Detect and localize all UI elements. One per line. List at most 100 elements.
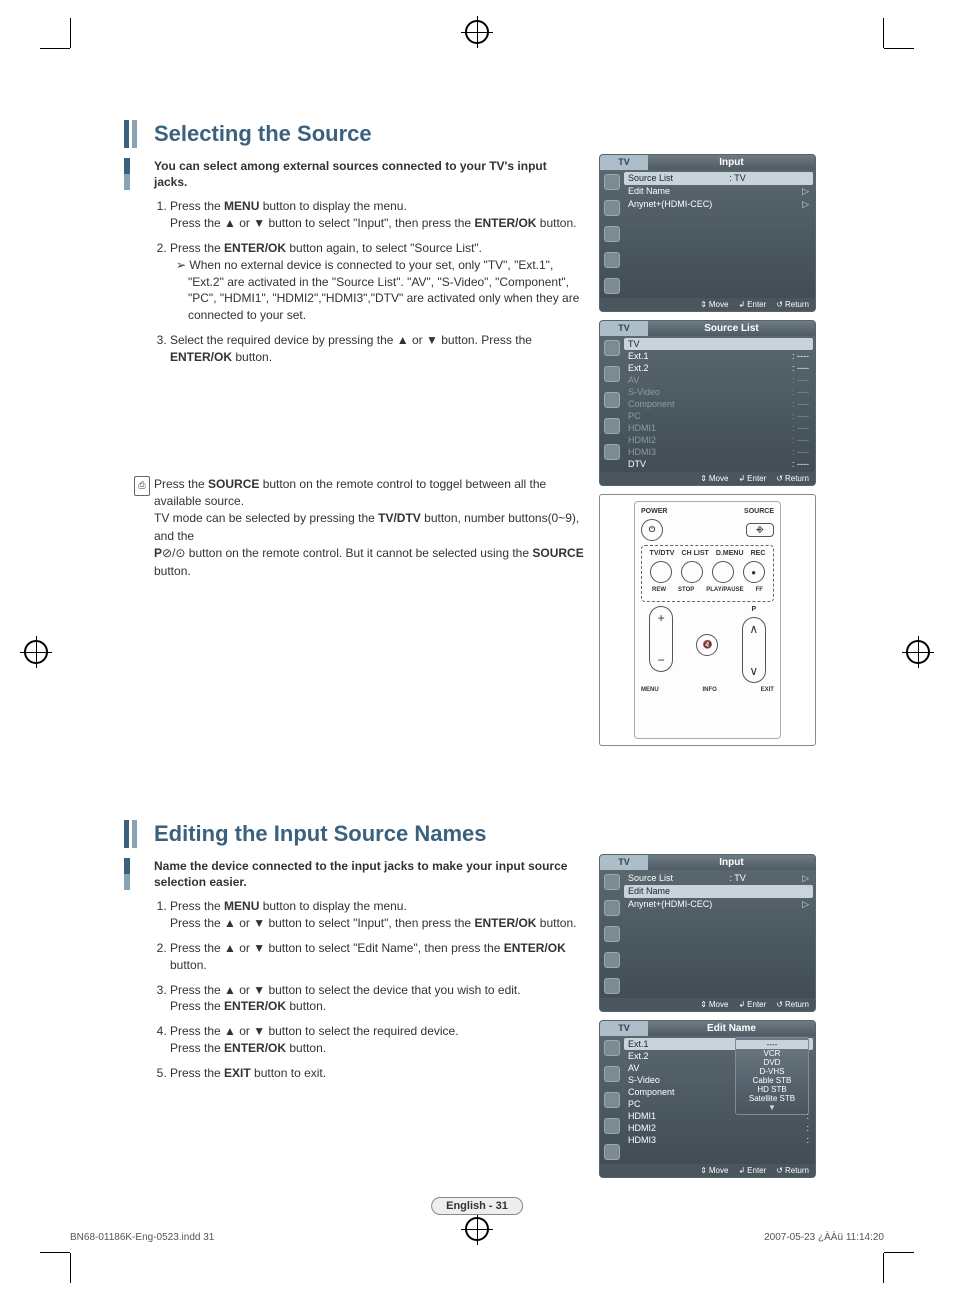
osd-foot-enter: Enter — [747, 300, 766, 309]
osd-row: HDMI2: — [628, 1122, 809, 1134]
popup-item: Satellite STB — [736, 1094, 808, 1103]
osd-foot-move: Move — [709, 1000, 729, 1009]
crop-mark — [70, 18, 71, 48]
remote-btn — [712, 561, 734, 583]
crop-mark — [40, 1252, 70, 1253]
popup-item: HD STB — [736, 1085, 808, 1094]
step-1: Press the MENU button to display the men… — [170, 198, 590, 232]
crop-mark — [70, 1253, 71, 1283]
osd-input: TV Input Source List: TV▷Edit Name▷Anyne… — [599, 154, 816, 312]
registration-mark — [24, 640, 48, 664]
remote-label: INFO — [702, 687, 716, 693]
osd-title: Edit Name — [648, 1021, 815, 1036]
osd-side-icons — [600, 1036, 624, 1164]
osd-row: Source List: TV▷ — [624, 172, 813, 185]
registration-mark — [906, 640, 930, 664]
osd-footer: ⇕Move ↲Enter ↺Return — [600, 298, 815, 311]
section-title-text: Selecting the Source — [154, 121, 372, 147]
popup-item: VCR — [736, 1049, 808, 1058]
osd-tab: TV — [600, 321, 648, 336]
remote-rocker-group: +− 🔇 P ∧∨ — [641, 606, 774, 683]
popup-item: DVD — [736, 1058, 808, 1067]
remote-label: REW — [652, 587, 666, 593]
osd-column: TV Input Source List: TV▷Edit Name▷Anyne… — [599, 854, 814, 1186]
crop-mark — [884, 48, 914, 49]
step-3: Select the required device by pressing t… — [170, 332, 590, 366]
remote-tip: ⎙ Press the SOURCE button on the remote … — [154, 476, 584, 580]
popup-item: D-VHS — [736, 1067, 808, 1076]
osd-rows: TVExt.1: ----Ext.2: ----AV: ----S-Video:… — [624, 336, 815, 472]
osd-foot-enter: Enter — [747, 474, 766, 483]
crop-mark — [883, 1253, 884, 1283]
osd-column: TV Input Source List: TV▷Edit Name▷Anyne… — [599, 154, 814, 754]
osd-input-2: TV Input Source List: TV▷Edit Name▷Anyne… — [599, 854, 816, 1012]
remote-label-source: SOURCE — [744, 508, 774, 515]
osd-row: HDMI2: ---- — [628, 434, 809, 446]
osd-tab: TV — [600, 1021, 648, 1036]
section-intro: Name the device connected to the input j… — [154, 858, 574, 890]
osd-row: Ext.2: ---- — [628, 362, 809, 374]
footer: BN68-01186K-Eng-0523.indd 31 2007-05-23 … — [70, 1232, 884, 1243]
section-title: Editing the Input Source Names — [124, 820, 814, 848]
remote-dashed-group: TV/DTV CH LIST D.MENU REC ● — [641, 545, 774, 602]
crop-mark — [40, 48, 70, 49]
remote-label: TV/DTV — [650, 550, 675, 557]
steps-list: Press the MENU button to display the men… — [170, 198, 590, 365]
osd-side-icons — [600, 870, 624, 998]
osd-row: Source List: TV▷ — [628, 872, 809, 885]
remote-label: REC — [751, 550, 766, 557]
osd-footer: ⇕Move ↲Enter ↺Return — [600, 1164, 815, 1177]
footer-timestamp: 2007-05-23 ¿ÀÀü 11:14:20 — [764, 1232, 884, 1243]
osd-edit-name: TV Edit Name Ext.1:Ext.2:AV:S-Video:Comp… — [599, 1020, 816, 1178]
remote-label: STOP — [678, 587, 694, 593]
remote-label: MENU — [641, 687, 659, 693]
osd-tab: TV — [600, 855, 648, 870]
popup-item: ---- — [736, 1040, 808, 1049]
remote-btn — [650, 561, 672, 583]
step-3: Press the ▲ or ▼ button to select the de… — [170, 982, 590, 1016]
crop-mark — [884, 1252, 914, 1253]
remote-label: D.MENU — [716, 550, 744, 557]
osd-row: HDMI3: — [628, 1134, 809, 1146]
crop-mark — [883, 18, 884, 48]
channel-rocker: ∧∨ — [742, 617, 766, 683]
osd-foot-return: Return — [785, 300, 809, 309]
power-button-icon: ⏻ — [641, 519, 663, 541]
remote-label: FF — [756, 587, 763, 593]
remote-btn: ● — [743, 561, 765, 583]
section-title-text: Editing the Input Source Names — [154, 821, 486, 847]
content: Selecting the Source You can select amon… — [124, 120, 814, 1240]
remote-label-p: P — [751, 606, 756, 613]
section-intro: You can select among external sources co… — [154, 158, 574, 190]
remote-diagram: POWER SOURCE ⏻ ⎆ TV/DTV CH LIST — [599, 494, 816, 746]
remote-label: PLAY/PAUSE — [706, 587, 743, 593]
osd-foot-move: Move — [709, 1166, 729, 1175]
osd-foot-return: Return — [785, 1000, 809, 1009]
remote-label: CH LIST — [682, 550, 709, 557]
osd-row: Anynet+(HDMI-CEC)▷ — [628, 198, 809, 211]
footer-file: BN68-01186K-Eng-0523.indd 31 — [70, 1232, 214, 1243]
remote-icon: ⎙ — [134, 476, 150, 496]
osd-row: Edit Name▷ — [628, 185, 809, 198]
osd-rows: Source List: TV▷Edit Name▷Anynet+(HDMI-C… — [624, 870, 815, 998]
step-2: Press the ENTER/OK button again, to sele… — [170, 240, 590, 324]
osd-side-icons — [600, 336, 624, 472]
section-selecting-source: Selecting the Source You can select amon… — [124, 120, 814, 780]
step-2-note: When no external device is connected to … — [188, 257, 590, 324]
section-editing-names: Editing the Input Source Names Name the … — [124, 820, 814, 1200]
remote-label-power: POWER — [641, 508, 667, 515]
step-5: Press the EXIT button to exit. — [170, 1065, 590, 1082]
osd-source-list: TV Source List TVExt.1: ----Ext.2: ----A… — [599, 320, 816, 486]
remote-btn — [681, 561, 703, 583]
osd-foot-move: Move — [709, 300, 729, 309]
osd-rows: Source List: TV▷Edit Name▷Anynet+(HDMI-C… — [624, 170, 815, 298]
osd-row: Anynet+(HDMI-CEC)▷ — [628, 898, 809, 911]
osd-row: TV — [624, 338, 813, 350]
osd-row: HDMI1: ---- — [628, 422, 809, 434]
source-button-icon: ⎆ — [746, 523, 774, 537]
step-1: Press the MENU button to display the men… — [170, 898, 590, 932]
section-title: Selecting the Source — [124, 120, 814, 148]
osd-title: Input — [648, 155, 815, 170]
osd-title: Input — [648, 855, 815, 870]
osd-row: HDMI3: ---- — [628, 446, 809, 458]
